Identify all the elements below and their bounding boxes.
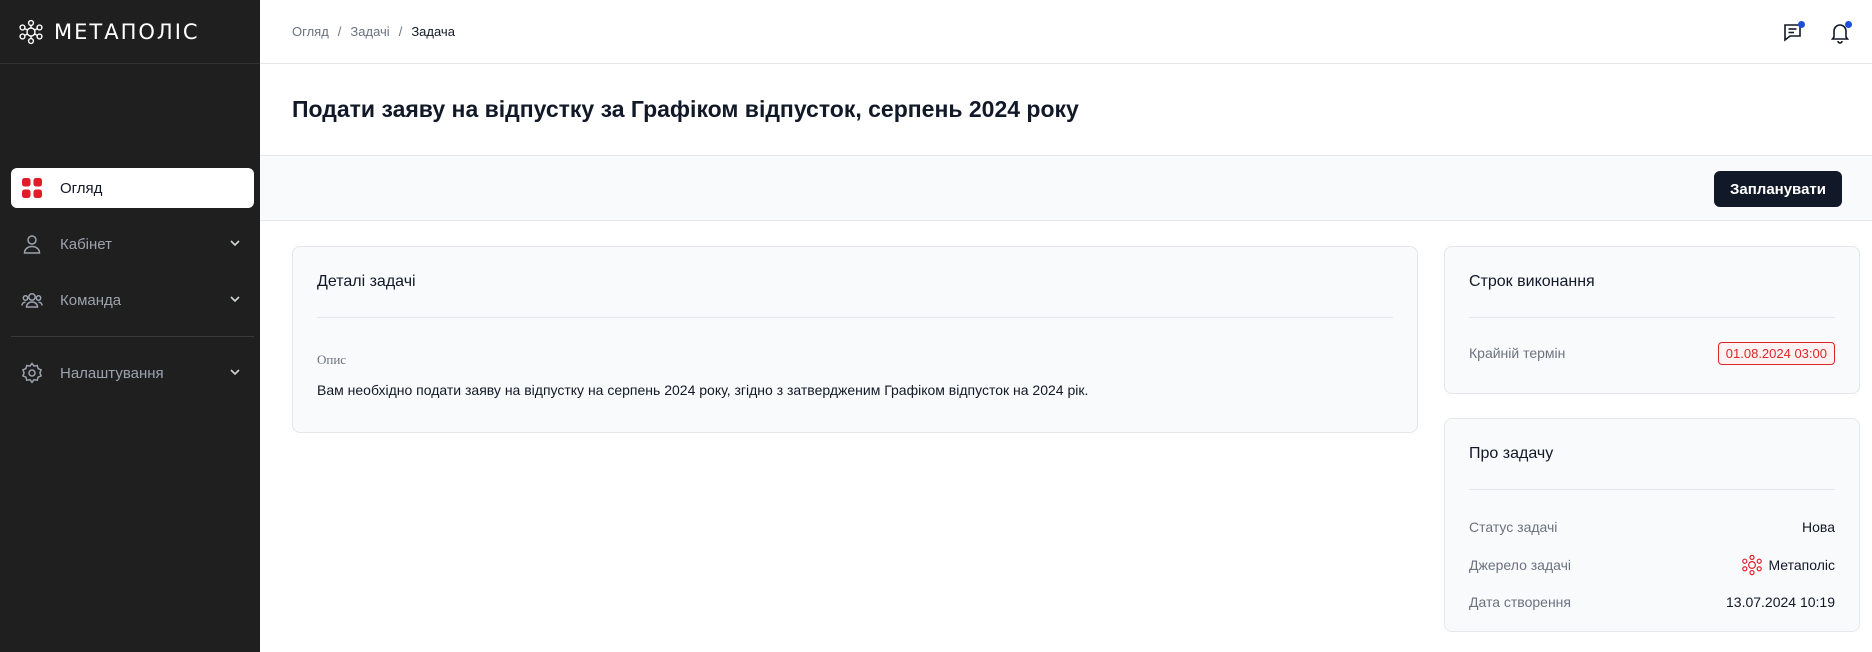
messages-button[interactable] [1781, 20, 1805, 44]
sidebar-item-cabinet[interactable]: Кабінет [11, 224, 254, 264]
card-divider [1469, 317, 1835, 318]
notification-dot [1798, 21, 1805, 28]
page-title: Подати заяву на відпустку за Графіком ві… [292, 96, 1079, 122]
brand[interactable]: МЕТАПОЛІС [0, 0, 260, 64]
breadcrumb-separator: / [337, 24, 342, 39]
card-divider [317, 317, 1393, 318]
sidebar-nav: Огляд Кабінет Команда Налаштування [0, 168, 260, 409]
card-title: Строк виконання [1469, 273, 1595, 290]
status-value: Нова [1802, 519, 1835, 535]
sidebar-item-label: Кабінет [60, 235, 113, 253]
sidebar: МЕТАПОЛІС Огляд Кабінет Команда Налаштув… [0, 0, 260, 652]
chevron-down-icon[interactable] [228, 292, 242, 306]
title-bar: Подати заяву на відпустку за Графіком ві… [260, 64, 1872, 156]
metapolis-logo-icon [19, 19, 43, 44]
breadcrumb-current: Задача [411, 24, 455, 39]
description-label: Опис [317, 352, 347, 367]
plan-button[interactable]: Запланувати [1713, 171, 1842, 207]
deadline-label: Крайній термін [1469, 345, 1566, 361]
brand-name: МЕТАПОЛІС [54, 19, 200, 44]
sidebar-item-label: Команда [60, 291, 122, 309]
card-title: Деталі задачі [317, 273, 416, 290]
created-value: 13.07.2024 10:19 [1726, 594, 1835, 610]
breadcrumb-separator: / [398, 24, 403, 39]
topbar: Огляд / Задачі / Задача [260, 0, 1872, 64]
metapolis-logo-icon [1742, 554, 1763, 576]
card-divider [1469, 489, 1835, 490]
status-row: Статус задачі Нова [1469, 515, 1835, 539]
notification-dot [1845, 21, 1852, 28]
grid-icon [21, 177, 43, 199]
breadcrumb-tasks[interactable]: Задачі [350, 24, 389, 39]
description-text: Вам необхідно подати заяву на відпустку … [317, 382, 1089, 398]
task-details-card: Деталі задачі Опис Вам необхідно подати … [292, 246, 1418, 433]
gear-icon [21, 362, 43, 384]
topbar-actions [1781, 20, 1852, 44]
team-icon [21, 289, 43, 311]
created-row: Дата створення 13.07.2024 10:19 [1469, 590, 1835, 614]
sidebar-item-team[interactable]: Команда [11, 280, 254, 320]
breadcrumb-overview[interactable]: Огляд [292, 24, 329, 39]
source-value: Метаполіс [1741, 554, 1835, 576]
sidebar-item-label: Огляд [60, 179, 103, 197]
deadline-row: Крайній термін 01.08.2024 03:00 [1469, 341, 1835, 365]
sidebar-item-label: Налаштування [60, 364, 164, 382]
deadline-card: Строк виконання Крайній термін 01.08.202… [1444, 246, 1860, 394]
source-name: Метаполіс [1768, 557, 1835, 573]
sidebar-item-settings[interactable]: Налаштування [11, 353, 254, 393]
sidebar-divider [11, 336, 254, 337]
about-task-card: Про задачу Статус задачі Нова Джерело за… [1444, 418, 1860, 632]
notifications-button[interactable] [1828, 20, 1852, 44]
chevron-down-icon[interactable] [228, 365, 242, 379]
chevron-down-icon[interactable] [228, 236, 242, 250]
breadcrumb: Огляд / Задачі / Задача [292, 24, 455, 39]
deadline-badge: 01.08.2024 03:00 [1717, 341, 1835, 365]
status-label: Статус задачі [1469, 519, 1558, 535]
sidebar-item-overview[interactable]: Огляд [11, 168, 254, 208]
source-label: Джерело задачі [1469, 557, 1571, 573]
created-label: Дата створення [1469, 594, 1571, 610]
card-title: Про задачу [1469, 445, 1554, 462]
user-icon [21, 233, 43, 255]
source-row: Джерело задачі Метаполіс [1469, 553, 1835, 577]
action-bar: Запланувати [260, 156, 1872, 221]
